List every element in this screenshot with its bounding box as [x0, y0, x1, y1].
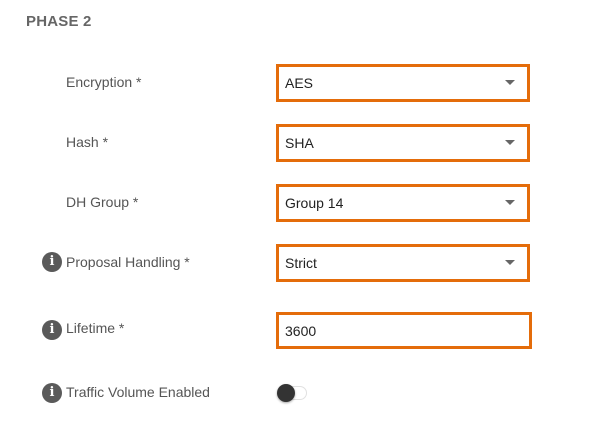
encryption-value: AES — [285, 75, 314, 91]
chevron-down-icon — [505, 80, 515, 85]
info-icon[interactable]: i — [42, 383, 62, 403]
proposal-handling-select[interactable]: Strict — [276, 244, 530, 282]
traffic-volume-toggle[interactable] — [277, 384, 307, 402]
lifetime-row: i Lifetime * 3600 — [0, 312, 589, 349]
hash-row: Hash * SHA — [0, 124, 589, 162]
lifetime-input[interactable]: 3600 — [276, 312, 532, 349]
hash-value: SHA — [285, 135, 314, 151]
info-icon[interactable]: i — [42, 252, 62, 272]
proposal-handling-value: Strict — [285, 255, 317, 271]
info-icon[interactable]: i — [42, 320, 62, 340]
proposal-handling-row: i Proposal Handling * Strict — [0, 244, 589, 282]
encryption-select[interactable]: AES — [276, 64, 530, 102]
traffic-volume-label: Traffic Volume Enabled — [66, 384, 210, 400]
dh-group-row: DH Group * Group 14 — [0, 184, 589, 222]
toggle-knob — [277, 384, 295, 402]
dh-group-label: DH Group * — [66, 194, 139, 210]
dh-group-select[interactable]: Group 14 — [276, 184, 530, 222]
encryption-row: Encryption * AES — [0, 64, 589, 102]
phase-2-title: PHASE 2 — [26, 13, 92, 30]
lifetime-label: Lifetime * — [66, 320, 125, 336]
traffic-volume-row: i Traffic Volume Enabled — [0, 375, 589, 411]
proposal-handling-label: Proposal Handling * — [66, 254, 190, 270]
hash-select[interactable]: SHA — [276, 124, 530, 162]
dh-group-value: Group 14 — [285, 195, 344, 211]
lifetime-value: 3600 — [285, 323, 317, 339]
chevron-down-icon — [505, 260, 515, 265]
chevron-down-icon — [505, 200, 515, 205]
encryption-label: Encryption * — [66, 74, 142, 90]
hash-label: Hash * — [66, 134, 109, 150]
chevron-down-icon — [505, 140, 515, 145]
